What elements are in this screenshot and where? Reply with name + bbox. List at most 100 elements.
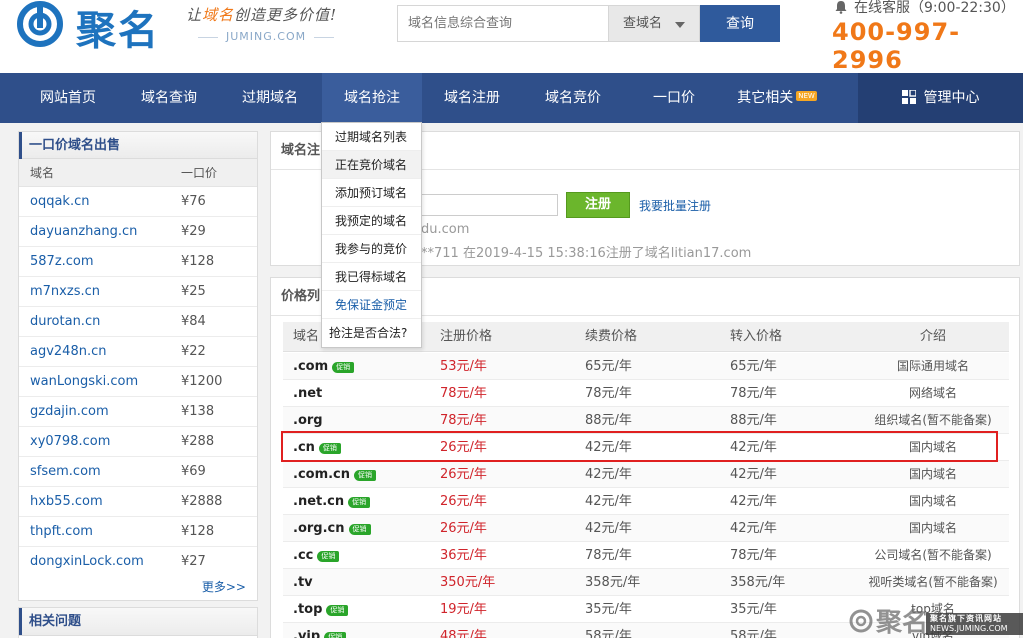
menu-item-my-bids[interactable]: 我参与的竞价	[322, 235, 421, 263]
domain-input[interactable]	[421, 194, 558, 216]
search-input[interactable]	[397, 5, 608, 42]
list-item[interactable]: dongxinLock.com ¥27	[19, 547, 257, 577]
related-title: 相关问题	[19, 608, 257, 636]
list-item[interactable]: oqqak.cn ¥76	[19, 187, 257, 217]
domain-suffix[interactable]: .com.cn 促销	[293, 461, 377, 488]
menu-item-expired-list[interactable]: 过期域名列表	[322, 123, 421, 151]
domain-suffix[interactable]: .top 促销	[293, 596, 349, 623]
menu-item-my-reserved[interactable]: 我预定的域名	[322, 207, 421, 235]
register-button[interactable]: 注册	[566, 192, 630, 218]
search-button[interactable]: 查询	[700, 5, 780, 42]
table-row: .org.cn 促销 26元/年 42元/年 42元/年 国内域名	[283, 515, 1009, 542]
grid-icon	[901, 90, 916, 104]
table-row: .org 78元/年 88元/年 88元/年 组织域名(暂不能备案)	[283, 407, 1009, 434]
domain-suffix[interactable]: .cc 促销	[293, 542, 340, 569]
renew-price: 65元/年	[585, 359, 632, 374]
domain-suffix[interactable]: .org	[293, 407, 323, 434]
list-item[interactable]: hxb55.com ¥2888	[19, 487, 257, 517]
renew-price: 78元/年	[585, 386, 632, 401]
transfer-price: 78元/年	[730, 548, 777, 563]
nav-domain-auction[interactable]: 域名竞价	[525, 73, 621, 123]
menu-item-no-deposit[interactable]: 免保证金预定	[322, 291, 421, 319]
register-price: 26元/年	[440, 467, 487, 482]
list-item[interactable]: wanLongski.com ¥1200	[19, 367, 257, 397]
domain-description: 国际通用域名	[896, 359, 969, 373]
list-item[interactable]: gzdajin.com ¥138	[19, 397, 257, 427]
logo[interactable]: 聚名	[16, 0, 166, 54]
renew-price: 58元/年	[585, 629, 632, 638]
register-price: 78元/年	[440, 413, 487, 428]
register-price: 19元/年	[440, 602, 487, 617]
logo-text: 聚名	[76, 7, 160, 54]
domain-suffix[interactable]: .com 促销	[293, 353, 355, 380]
domain-url: JUMING.COM	[190, 30, 342, 43]
logo-icon	[17, 1, 63, 47]
domain-suffix[interactable]: .vip 促销	[293, 623, 347, 638]
register-price: 78元/年	[440, 386, 487, 401]
list-item[interactable]: thpft.com ¥128	[19, 517, 257, 547]
management-center[interactable]: 管理中心	[858, 73, 1023, 123]
table-row: .net.cn 促销 26元/年 42元/年 42元/年 国内域名	[283, 488, 1009, 515]
nav-expired-domains[interactable]: 过期域名	[222, 73, 318, 123]
menu-item-won-domains[interactable]: 我已得标域名	[322, 263, 421, 291]
transfer-price: 42元/年	[730, 467, 777, 482]
domain-suffix[interactable]: .net	[293, 380, 322, 407]
watermark: 聚名 聚名旗下资讯网站 NEWS.JUMING.COM	[848, 606, 1023, 638]
list-item[interactable]: dayuanzhang.cn ¥29	[19, 217, 257, 247]
domain-suffix[interactable]: .net.cn 促销	[293, 488, 371, 515]
slogan: 让域名创造更多价值!	[186, 6, 338, 24]
chevron-down-icon	[675, 22, 685, 28]
table-row: .tv 350元/年 358元/年 358元/年 视听类域名(暂不能备案)	[283, 569, 1009, 596]
list-item[interactable]: sfsem.com ¥69	[19, 457, 257, 487]
promo-badge: 促销	[348, 497, 371, 508]
renew-price: 88元/年	[585, 413, 632, 428]
nav-domain-snatch[interactable]: 域名抢注	[322, 73, 422, 123]
register-price: 36元/年	[440, 548, 487, 563]
list-item[interactable]: m7nxzs.cn ¥25	[19, 277, 257, 307]
online-service[interactable]: 在线客服（9:00-22:30）	[834, 0, 1015, 17]
related-questions: 相关问题	[18, 607, 258, 638]
nav-domain-search[interactable]: 域名查询	[121, 73, 217, 123]
transfer-price: 58元/年	[730, 629, 777, 638]
batch-register-link[interactable]: 我要批量注册	[639, 197, 711, 214]
phone-number: 400-997-2996	[832, 18, 961, 74]
list-item[interactable]: agv248n.cn ¥22	[19, 337, 257, 367]
nav-fixed-price[interactable]: 一口价	[626, 73, 722, 123]
register-price: 53元/年	[440, 359, 487, 374]
list-item[interactable]: durotan.cn ¥84	[19, 307, 257, 337]
fixed-price-sidebar: 一口价域名出售 域名 一口价 oqqak.cn ¥76 dayuanzhang.c…	[18, 131, 258, 601]
bell-icon	[835, 1, 847, 14]
nav-domain-register[interactable]: 域名注册	[424, 73, 520, 123]
renew-price: 35元/年	[585, 602, 632, 617]
transfer-price: 65元/年	[730, 359, 777, 374]
promo-badge: 促销	[317, 551, 340, 562]
recent-registration: **711 在2019-4-15 15:38:16注册了域名litian17.c…	[421, 246, 752, 261]
list-item[interactable]: 587z.com ¥128	[19, 247, 257, 277]
nav-home[interactable]: 网站首页	[20, 73, 116, 123]
transfer-price: 78元/年	[730, 386, 777, 401]
renew-price: 42元/年	[585, 467, 632, 482]
more-link[interactable]: 更多>>	[202, 578, 246, 595]
domain-suffix[interactable]: .org.cn 促销	[293, 515, 371, 542]
domain-description: 国内域名	[908, 521, 957, 535]
domain-description: 国内域名	[908, 467, 957, 481]
domain-description: 组织域名(暂不能备案)	[874, 413, 992, 427]
search-type-select[interactable]: 查域名	[608, 5, 700, 42]
domain-description: 网络域名	[908, 386, 957, 400]
list-item[interactable]: xy0798.com ¥288	[19, 427, 257, 457]
promo-badge: 促销	[332, 362, 355, 373]
register-price: 48元/年	[440, 629, 487, 638]
register-price: 26元/年	[440, 494, 487, 509]
table-row: .com.cn 促销 26元/年 42元/年 42元/年 国内域名	[283, 461, 1009, 488]
snatch-dropdown-menu: 过期域名列表 正在竞价域名 添加预订域名 我预定的域名 我参与的竞价 我已得标域…	[321, 122, 422, 348]
nav-others[interactable]: 其它相关 NEW	[722, 73, 832, 123]
watermark-badge: 聚名旗下资讯网站 NEWS.JUMING.COM	[926, 613, 1023, 635]
menu-item-legality[interactable]: 抢注是否合法?	[322, 319, 421, 347]
domain-suffix[interactable]: .tv	[293, 569, 313, 596]
sidebar-title: 一口价域名出售	[19, 132, 257, 159]
watermark-text: 聚名	[876, 608, 929, 638]
table-row: .com 促销 53元/年 65元/年 65元/年 国际通用域名	[283, 353, 1009, 380]
menu-item-bidding-domains[interactable]: 正在竞价域名	[322, 151, 421, 179]
domain-description: 国内域名	[908, 494, 957, 508]
menu-item-add-reservation[interactable]: 添加预订域名	[322, 179, 421, 207]
